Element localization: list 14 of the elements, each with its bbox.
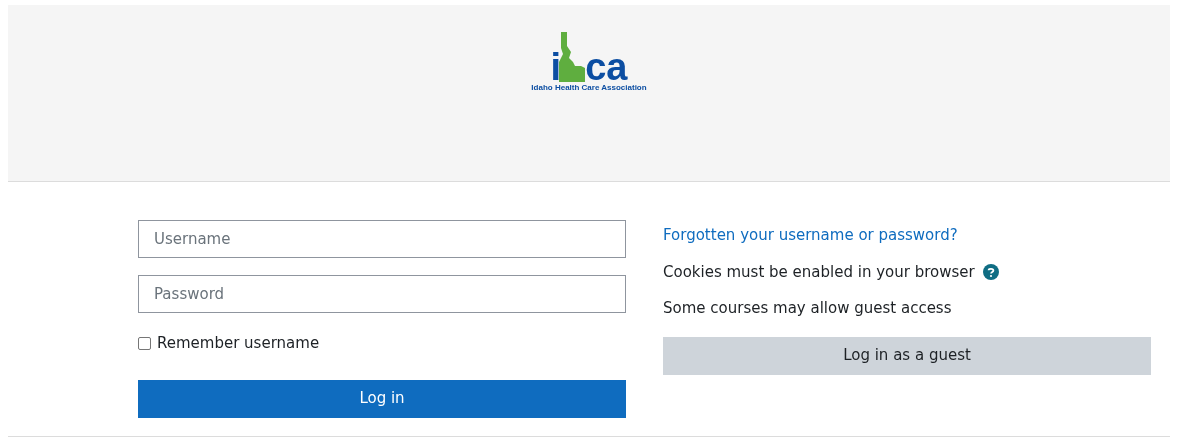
logo-letters: ca: [585, 52, 628, 82]
logo-letter: i: [550, 52, 562, 82]
guest-login-button[interactable]: Log in as a guest: [663, 336, 1151, 375]
remember-label: Remember username: [157, 333, 320, 354]
state-map-icon: [559, 32, 586, 82]
username-field[interactable]: Username: [138, 220, 626, 258]
login-button[interactable]: Log in: [138, 379, 626, 418]
forgot-password-link[interactable]: Forgotten your username or password?: [663, 224, 1151, 247]
help-icon[interactable]: [982, 263, 999, 280]
cookies-note: Cookies must be enabled in your browser: [663, 261, 975, 283]
remember-checkbox[interactable]: [138, 336, 151, 350]
guest-access-note: Some courses may allow guest access: [663, 298, 953, 319]
logo-tagline: Idaho Health Care Association: [531, 83, 647, 93]
password-field[interactable]: Password: [138, 275, 626, 313]
